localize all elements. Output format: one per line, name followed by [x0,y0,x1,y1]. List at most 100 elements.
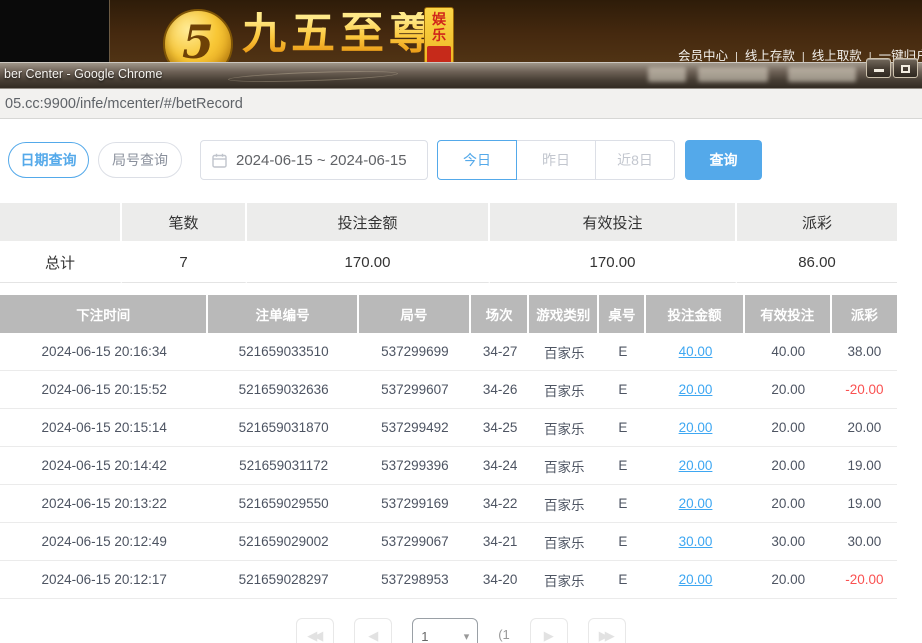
bet-time-cell: 2024-06-15 20:12:49 [0,523,208,561]
order-no-cell: 521659032636 [208,371,358,409]
bet-amount-cell: 20.00 [646,485,744,523]
badge-char-bottom: 乐 [432,27,446,43]
bet-time-cell: 2024-06-15 20:15:14 [0,409,208,447]
valid-bet-cell: 20.00 [745,409,832,447]
game-type-cell: 百家乐 [529,485,599,523]
bet-table-header-row: 下注时间 注单编号 局号 场次 游戏类别 桌号 投注金额 有效投注 派彩 [0,295,897,333]
order-no-cell: 521659029550 [208,485,358,523]
bet-amount-link[interactable]: 20.00 [679,458,713,473]
header-payout: 派彩 [832,295,897,333]
summary-valid-bet-value: 170.00 [490,243,737,283]
round-no-cell: 537299169 [359,485,471,523]
bet-amount-link[interactable]: 30.00 [679,534,713,549]
last-8-days-button[interactable]: 近8日 [595,140,675,180]
payout-cell: 30.00 [832,523,897,561]
bet-amount-cell: 20.00 [646,561,744,599]
double-right-arrow-icon: ▶▶ [599,629,611,642]
round-no-cell: 537299067 [359,523,471,561]
round-query-tab[interactable]: 局号查询 [98,142,182,178]
nav-online-deposit[interactable]: 线上存款 [745,49,795,63]
table-row: 2024-06-15 20:15:52521659032636537299607… [0,371,897,409]
header-game-type: 游戏类别 [529,295,599,333]
quick-range-group: 今日 昨日 近8日 [437,140,675,180]
badge-char-top: 娱 [432,11,446,27]
session-cell: 34-22 [471,485,529,523]
redacted-account-info [648,67,686,82]
site-logo-text: 九五至尊 [242,12,438,56]
logo-coin-number: 5 [182,15,214,69]
header-table-no: 桌号 [599,295,646,333]
today-button[interactable]: 今日 [437,140,517,180]
maximize-button[interactable] [893,58,918,78]
bet-record-table: 下注时间 注单编号 局号 场次 游戏类别 桌号 投注金额 有效投注 派彩 202… [0,295,897,599]
redacted-account-info [698,67,768,82]
valid-bet-cell: 20.00 [745,485,832,523]
last-page-button[interactable]: ▶▶ [588,618,626,643]
bet-amount-link[interactable]: 20.00 [679,496,713,511]
pagination: ◀◀ ◀ 1 ▾ (1 ▶ ▶▶ [0,618,922,643]
valid-bet-cell: 20.00 [745,447,832,485]
search-button[interactable]: 查询 [685,140,762,180]
summary-table: 笔数 投注金额 有效投注 派彩 总计 7 170.00 170.00 86.00 [0,203,897,283]
prev-page-button[interactable]: ◀ [354,618,392,643]
page-select[interactable]: 1 ▾ [412,618,478,643]
game-type-cell: 百家乐 [529,523,599,561]
round-no-cell: 537298953 [359,561,471,599]
site-banner: 5 九五至尊 娱 乐 会员中心|线上存款|线上取款|一键归户 [0,0,922,62]
minimize-button[interactable] [866,58,891,78]
table-row: 2024-06-15 20:12:49521659029002537299067… [0,523,897,561]
right-arrow-icon: ▶ [544,629,554,642]
date-range-input[interactable]: 2024-06-15 ~ 2024-06-15 [200,140,428,180]
game-type-cell: 百家乐 [529,371,599,409]
summary-header-row: 笔数 投注金额 有效投注 派彩 [0,203,897,243]
summary-count-value: 7 [122,243,247,283]
summary-header-blank [0,203,122,243]
table-no-cell: E [599,485,646,523]
bet-amount-link[interactable]: 20.00 [679,382,713,397]
session-cell: 34-26 [471,371,529,409]
bet-table-body: 2024-06-15 20:16:34521659033510537299699… [0,333,897,599]
yesterday-button[interactable]: 昨日 [516,140,596,180]
bet-time-cell: 2024-06-15 20:16:34 [0,333,208,371]
window-title: ber Center - Google Chrome [4,67,162,81]
first-page-button[interactable]: ◀◀ [296,618,334,643]
table-no-cell: E [599,447,646,485]
game-type-cell: 百家乐 [529,447,599,485]
bet-record-page: 5 九五至尊 娱 乐 会员中心|线上存款|线上取款|一键归户 ber Cente… [0,0,922,643]
background-desktop-strip [0,0,110,62]
window-titlebar: ber Center - Google Chrome [0,62,922,88]
valid-bet-cell: 40.00 [745,333,832,371]
bet-time-cell: 2024-06-15 20:12:17 [0,561,208,599]
url-text: 05.cc:9900/infe/mcenter/#/betRecord [5,96,243,112]
bet-amount-cell: 20.00 [646,447,744,485]
next-page-button[interactable]: ▶ [530,618,568,643]
nav-member-center[interactable]: 会员中心 [678,49,728,63]
order-no-cell: 521659031870 [208,409,358,447]
bet-amount-cell: 30.00 [646,523,744,561]
table-no-cell: E [599,561,646,599]
banner-ornament [228,69,398,84]
bet-amount-link[interactable]: 40.00 [679,344,713,359]
date-query-tab[interactable]: 日期查询 [8,142,89,178]
valid-bet-cell: 20.00 [745,561,832,599]
session-cell: 34-24 [471,447,529,485]
header-round-no: 局号 [359,295,471,333]
url-bar[interactable]: 05.cc:9900/infe/mcenter/#/betRecord [0,88,922,119]
round-no-cell: 537299699 [359,333,471,371]
bet-amount-link[interactable]: 20.00 [679,572,713,587]
round-no-cell: 537299607 [359,371,471,409]
redacted-account-info [788,67,856,82]
order-no-cell: 521659028297 [208,561,358,599]
bet-amount-link[interactable]: 20.00 [679,420,713,435]
nav-online-withdraw[interactable]: 线上取款 [812,49,862,63]
header-bet-time: 下注时间 [0,295,208,333]
payout-cell: 19.00 [832,485,897,523]
session-cell: 34-27 [471,333,529,371]
chevron-down-icon: ▾ [464,630,470,643]
calendar-icon [212,153,227,168]
table-row: 2024-06-15 20:12:17521659028297537298953… [0,561,897,599]
payout-cell: -20.00 [832,371,897,409]
bet-time-cell: 2024-06-15 20:13:22 [0,485,208,523]
table-row: 2024-06-15 20:13:22521659029550537299169… [0,485,897,523]
bet-amount-cell: 20.00 [646,371,744,409]
